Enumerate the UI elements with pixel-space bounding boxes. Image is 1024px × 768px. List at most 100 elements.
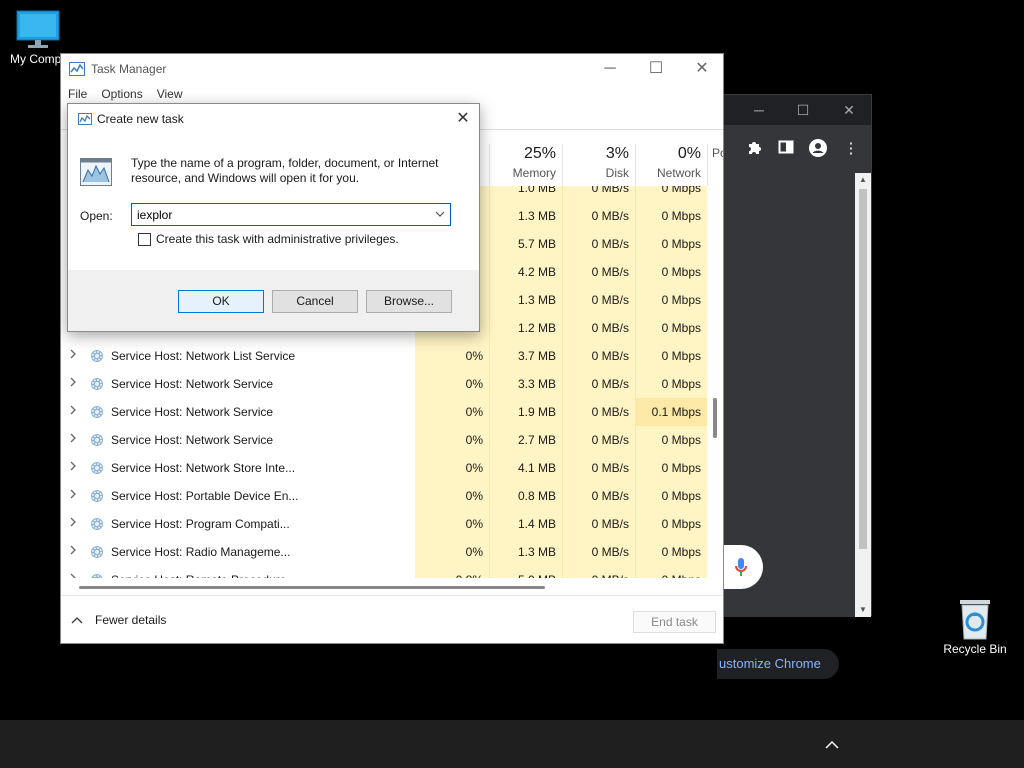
chevron-right-icon[interactable] [69, 489, 79, 503]
network-cell: 0 Mbps [635, 186, 707, 202]
table-row[interactable]: Service Host: Network Service 0% 1.9 MB 0 M… [61, 398, 709, 426]
cpu-cell: 0% [415, 538, 489, 566]
table-row[interactable]: Service Host: Radio Manageme... 0% 1.3 MB 0… [61, 538, 709, 566]
minimize-icon[interactable]: ─ [595, 58, 625, 80]
chevron-down-icon[interactable] [432, 207, 448, 223]
memory-cell: 1.0 MB [489, 186, 562, 202]
disk-cell: 0 MB/s [562, 538, 635, 566]
show-hidden-icons-button[interactable] [820, 732, 844, 756]
column-header-power[interactable]: Po [707, 144, 723, 186]
table-row[interactable]: Service Host: Remote Procedure... 0.8%5.0… [61, 566, 709, 578]
network-cell: 0 Mbps [635, 314, 707, 342]
column-name: Po [712, 146, 723, 160]
chevron-right-icon[interactable] [69, 461, 79, 475]
chevron-right-icon[interactable] [69, 545, 79, 559]
task-manager-icon [78, 113, 92, 125]
network-cell: 0 Mbps [635, 426, 707, 454]
task-manager-footer: Fewer details End task [61, 595, 723, 643]
process-name: Service Host: Network Service [111, 405, 274, 419]
scroll-up-arrow-icon[interactable]: ▲ [855, 173, 871, 187]
extensions-puzzle-icon[interactable] [745, 139, 765, 159]
process-name: Service Host: Network Service [111, 377, 274, 391]
task-manager-icon [69, 62, 85, 76]
open-input[interactable] [132, 204, 428, 225]
fewer-details-button[interactable]: Fewer details [71, 613, 166, 627]
browse-button[interactable]: Browse... [366, 290, 452, 313]
table-row[interactable]: Service Host: Program Compati... 0% 1.4 MB… [61, 510, 709, 538]
column-name: Disk [605, 166, 629, 180]
desktop-icon-recycle-bin[interactable]: Recycle Bin [940, 596, 1010, 656]
chrome-toolbar: ⋮ [721, 125, 871, 173]
customize-chrome-button[interactable]: ustomize Chrome [717, 649, 839, 679]
window-title: Task Manager [91, 62, 167, 76]
scroll-down-arrow-icon[interactable]: ▼ [855, 603, 871, 617]
open-combobox[interactable] [131, 203, 451, 226]
gear-icon [89, 376, 105, 392]
network-cell: 0 Mbps [635, 286, 707, 314]
disk-cell: 0 MB/s [562, 426, 635, 454]
column-header-disk[interactable]: 3% Disk [562, 144, 635, 186]
end-task-button[interactable]: End task [633, 611, 716, 633]
chevron-right-icon[interactable] [69, 405, 79, 419]
menu-view[interactable]: View [150, 84, 190, 104]
profile-avatar-icon[interactable] [808, 139, 828, 159]
maximize-icon[interactable]: ☐ [793, 101, 813, 119]
menu-file[interactable]: File [61, 84, 94, 104]
memory-cell: 4.1 MB [489, 454, 562, 482]
close-icon[interactable]: ✕ [448, 108, 478, 130]
cpu-cell: 0% [415, 510, 489, 538]
vertical-scrollbar-thumb[interactable] [713, 398, 717, 438]
menu-options[interactable]: Options [94, 84, 149, 104]
network-cell: 0 Mbps [635, 370, 707, 398]
network-cell: 0.1 Mbps [635, 398, 707, 426]
gear-icon [89, 460, 105, 476]
voice-search-button[interactable] [719, 545, 763, 589]
ok-button[interactable]: OK [178, 290, 264, 313]
chevron-right-icon[interactable] [69, 573, 79, 578]
disk-cell: 0 MB/s [562, 454, 635, 482]
gear-icon [89, 572, 105, 578]
close-icon[interactable]: ✕ [687, 58, 717, 80]
dialog-body: Type the name of a program, folder, docu… [68, 134, 479, 270]
open-label: Open: [80, 209, 113, 223]
horizontal-scrollbar-thumb[interactable] [79, 586, 545, 589]
process-name: Service Host: Network Store Inte... [111, 461, 296, 475]
table-row[interactable]: Service Host: Network Service 0% 2.7 MB 0 M… [61, 426, 709, 454]
column-percent: 0% [677, 145, 701, 162]
process-name: Service Host: Network List Service [111, 349, 296, 363]
table-row[interactable]: Service Host: Network Service 0% 3.3 MB 0 M… [61, 370, 709, 398]
task-manager-titlebar: Task Manager [69, 61, 166, 77]
table-row[interactable]: Service Host: Network List Service 0% 3.7 … [61, 342, 709, 370]
chrome-titlebar[interactable]: ─ ☐ ✕ [721, 95, 871, 125]
gear-icon [89, 544, 105, 560]
scrollbar-thumb[interactable] [859, 189, 867, 549]
chevron-right-icon[interactable] [69, 377, 79, 391]
memory-cell: 1.3 MB [489, 202, 562, 230]
admin-privileges-checkbox-row[interactable]: Create this task with administrative pri… [138, 232, 399, 246]
chevron-right-icon[interactable] [69, 517, 79, 531]
close-icon[interactable]: ✕ [839, 101, 859, 119]
table-row[interactable]: Service Host: Network Store Inte... 0% 4.1… [61, 454, 709, 482]
column-header-network[interactable]: 0% Network [635, 144, 707, 186]
minimize-icon[interactable]: ─ [749, 101, 769, 119]
disk-cell: 0 MB/s [562, 230, 635, 258]
dialog-title: Create new task [97, 112, 184, 126]
chevron-right-icon[interactable] [69, 433, 79, 447]
table-row[interactable]: Service Host: Portable Device En... 0% 0.8… [61, 482, 709, 510]
chevron-right-icon[interactable] [69, 349, 79, 363]
maximize-icon[interactable]: ☐ [641, 58, 671, 80]
network-cell: 0 Mbps [635, 538, 707, 566]
memory-cell: 1.9 MB [489, 398, 562, 426]
chrome-scrollbar[interactable]: ▲ ▼ [855, 173, 871, 617]
column-header-memory[interactable]: 25% Memory [489, 144, 562, 186]
create-new-task-dialog[interactable]: Create new task ✕ Type the name of a pro… [67, 103, 480, 332]
chrome-window[interactable]: ─ ☐ ✕ ⋮ ustomize Chrome ▲ ▼ [717, 94, 872, 679]
cancel-button[interactable]: Cancel [272, 290, 358, 313]
network-cell: 0 Mbps [635, 342, 707, 370]
admin-privileges-checkbox[interactable] [138, 232, 151, 246]
network-cell: 0 Mbps [635, 566, 707, 578]
disk-cell: 0 MB/s [562, 186, 635, 202]
side-panel-icon[interactable] [776, 139, 796, 159]
network-cell: 0 Mbps [635, 454, 707, 482]
kebab-menu-icon[interactable]: ⋮ [841, 139, 861, 159]
